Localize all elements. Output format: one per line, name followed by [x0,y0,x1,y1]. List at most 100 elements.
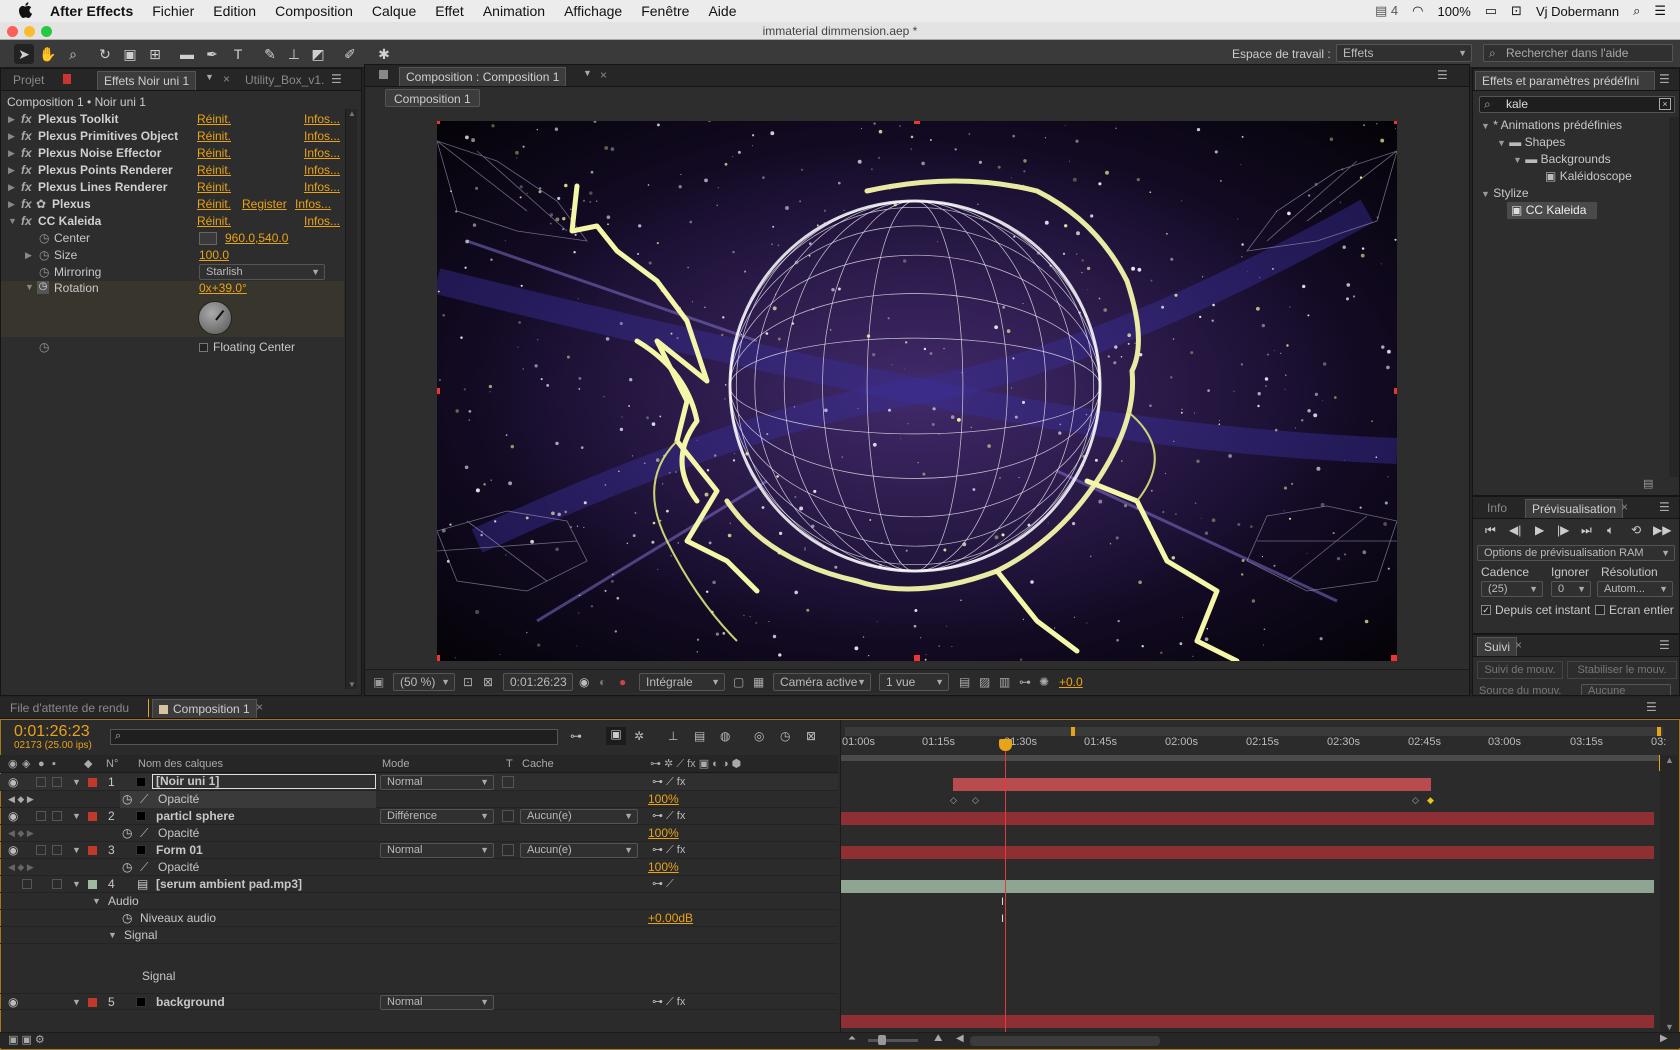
workspace-dropdown[interactable]: Effets ▼ [1336,44,1472,62]
infos-link[interactable]: Infos... [304,145,340,162]
layer-handle-mr[interactable] [1394,388,1397,394]
exposure-reset-icon[interactable]: ✺ [1039,675,1049,689]
floating-center-checkbox[interactable] [199,343,208,352]
layer-handle-tc[interactable] [914,121,920,124]
region-of-interest-icon[interactable]: ▢ [733,675,744,689]
hand-tool-icon[interactable]: ✋ [38,44,58,64]
zoom-tool-icon[interactable]: ⌕ [63,44,83,64]
collapse-arrow-icon[interactable]: ▼ [1481,121,1490,131]
play-icon[interactable]: ▶ [1535,523,1544,537]
property-value[interactable]: 100% [648,825,679,842]
property-value[interactable]: 100% [648,791,679,808]
timeline-graph-area[interactable] [840,720,1665,1032]
loop-icon[interactable]: ⟲ [1631,523,1641,537]
scroll-down-icon[interactable]: ▼ [1665,1022,1674,1032]
fx-icon[interactable]: fx [21,162,32,179]
playhead-handle[interactable] [999,739,1012,751]
collapse-arrow-icon[interactable]: ▼ [1513,155,1522,165]
track-matte-dropdown[interactable]: Aucun(e) ▼ [520,843,638,858]
scroll-down-icon[interactable]: ▼ [348,680,356,689]
minimize-window-button[interactable] [24,26,35,37]
crosshair-icon[interactable] [199,232,217,245]
first-frame-icon[interactable]: ⏮ [1485,523,1496,538]
tab-render-queue[interactable]: File d'attente de rendu [4,699,135,718]
blend-mode-dropdown[interactable]: Normal ▼ [380,775,494,790]
solo-switch-icon[interactable]: ● [38,755,45,773]
video-switch-icon[interactable]: ◉ [8,755,18,773]
collapse-arrow-icon[interactable]: ▼ [72,842,81,859]
lock-box[interactable] [52,845,62,855]
last-frame-icon[interactable]: ⏭ [1581,523,1592,538]
scroll-left-icon[interactable]: ◀ [956,1033,964,1044]
chevron-down-icon[interactable]: ▼ [583,68,592,78]
layer-row-1[interactable]: ◉ ▼ 1 [Noir uni 1] Normal ▼ ⊶ ⟋ fx [0,774,838,791]
layer-switches[interactable]: ⊶ ⟋ [652,876,674,893]
user-name[interactable]: Vj Dobermann [1536,4,1619,19]
fx-icon[interactable]: fx [21,213,32,230]
pan-behind-tool-icon[interactable]: ⊞ [145,44,165,64]
menu-composition[interactable]: Composition [275,3,353,19]
infos-link[interactable]: Infos... [304,162,340,179]
safe-zones-icon[interactable]: ⊠ [483,675,493,689]
layer-search-input[interactable]: ⌕ [110,729,558,745]
switch-headers-icon[interactable]: ⊶ ✲ ⟋ fx ▣ ◐ ◑ ⬢ [650,755,741,773]
adobe-notif-icon[interactable]: ▤ 4 [1375,3,1398,19]
tab-composition[interactable]: Composition : Composition 1 [399,67,567,86]
time-ruler[interactable]: 01:00s 01:15s 01:30s 01:45s 02:00s 02:15… [840,736,1666,752]
layer-row-5[interactable]: ◉ ▼ 5 background Normal ▼ ⊶ ⟋ fx [0,994,838,1010]
stopwatch-icon[interactable]: ◷ [122,859,132,876]
panel-menu-icon[interactable]: ☰ [331,72,342,86]
menu-fichier[interactable]: Fichier [152,3,194,19]
expand-arrow-icon[interactable]: ▶ [8,111,15,128]
expand-arrow-icon[interactable]: ▶ [8,162,15,179]
keyframe-icon[interactable]: ◇ [972,795,979,806]
exposure-value[interactable]: +0.0 [1059,675,1083,689]
label-color-swatch[interactable] [88,880,97,889]
layer-switches[interactable]: ⊶ ⟋ fx [652,994,685,1011]
eraser-tool-icon[interactable]: ◩ [308,44,328,64]
rectangle-tool-icon[interactable]: ▬ [177,44,197,64]
layer-3-duration-bar[interactable] [841,846,1654,859]
eye-icon[interactable]: ◉ [8,842,18,859]
keyframe-nav-icon[interactable]: ◀ ◆ ▶ [8,825,34,842]
reset-link[interactable]: Réinit. [197,196,231,213]
panel-menu-icon[interactable]: ☰ [1659,638,1670,652]
close-tab-icon[interactable]: × [1621,500,1628,514]
collapse-arrow-icon[interactable]: ▼ [72,994,81,1011]
expand-arrow-icon[interactable]: ▶ [25,247,32,264]
chevron-down-icon[interactable]: ▼ [205,72,214,82]
wifi-icon[interactable]: ◠ [1412,3,1423,19]
register-link[interactable]: Register [242,196,287,213]
blend-mode-dropdown[interactable]: Normal ▼ [380,995,494,1010]
fullscreen-checkbox[interactable] [1595,605,1605,615]
audio-switch-icon[interactable]: ◈ [22,755,30,773]
cadence-dropdown[interactable]: (25) ▼ [1481,581,1543,597]
header-mode[interactable]: Mode [382,755,410,773]
audio-level-value[interactable]: +0.00dB [648,910,693,927]
stabilize-button[interactable]: Stabiliser le mouv. [1567,661,1677,679]
collapse-arrow-icon[interactable]: ▼ [108,927,117,944]
layer-row-4[interactable]: ▼ 4 ▤ [serum ambient pad.mp3] ⊶ ⟋ [0,876,838,893]
layer-5-duration-bar[interactable] [841,1015,1654,1028]
fx-icon[interactable]: fx [21,179,32,196]
roto-brush-tool-icon[interactable]: ✐ [340,44,360,64]
channels-icon[interactable]: ● [619,675,626,689]
effect-controls-scrollbar[interactable]: ▲ ▼ [345,109,357,689]
rotation-dial[interactable] [198,301,232,335]
menu-animation[interactable]: Animation [483,3,545,19]
auto-keyframe-icon[interactable]: ◎ [754,729,764,743]
work-area-end[interactable] [1657,727,1661,736]
tree-item-stylize[interactable]: ▼ Stylize [1473,185,1673,202]
keyframe-icon[interactable]: ◇ [1412,795,1419,806]
fast-preview-icon[interactable]: ▨ [979,675,990,689]
tab-composition-timeline[interactable]: Composition 1 [152,699,257,718]
tab-tracker[interactable]: Suivi [1477,637,1518,656]
reset-link[interactable]: Réinit. [197,145,231,162]
tree-item-kaleidoscope[interactable]: ▣ Kaléidoscope [1473,168,1673,185]
label-color-swatch[interactable] [88,998,97,1007]
layer-1-duration-bar[interactable] [953,778,1431,791]
effect-row-plexus-toolkit[interactable]: ▶ fx Plexus Toolkit Réinit. Infos... [1,111,341,128]
playhead-line[interactable] [1005,740,1006,1032]
clone-stamp-tool-icon[interactable]: ⊥ [284,44,304,64]
layer-name[interactable]: Form 01 [156,842,203,859]
